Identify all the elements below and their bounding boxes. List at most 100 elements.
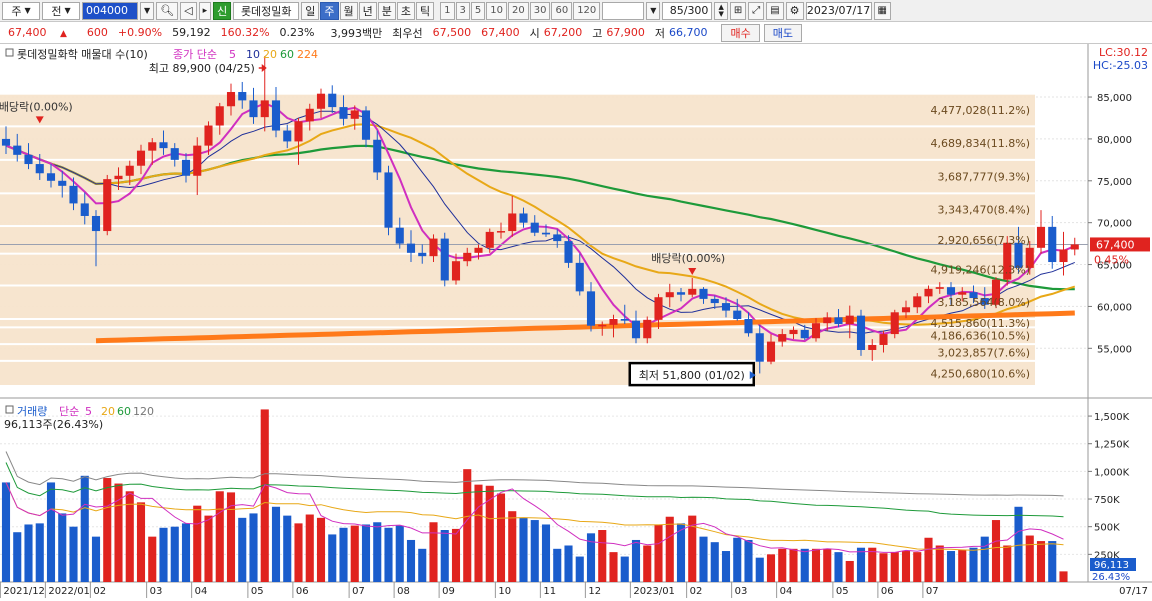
x-tick-label: 12 (588, 586, 601, 597)
price-legend-item: 5 (229, 48, 236, 61)
volume-bar (91, 536, 101, 582)
candle-body (688, 288, 697, 295)
candle-body (204, 125, 213, 146)
chart-svg[interactable]: 55,00060,00065,00070,00075,00080,00085,0… (0, 44, 1152, 601)
x-tick-label: 04 (780, 586, 793, 597)
volume-legend-item: 거래량 (17, 405, 47, 418)
candle-body (260, 100, 269, 118)
interval-button-120[interactable]: 120 (573, 1, 601, 20)
volume-bar (980, 536, 989, 582)
candle-body (159, 142, 168, 149)
candle-body (384, 172, 393, 228)
volume-bar (58, 513, 67, 582)
candle-body (868, 344, 877, 350)
calendar-button[interactable]: ▦ (873, 1, 891, 20)
candle-body (598, 324, 607, 327)
prev-next-button[interactable]: ▸ (198, 1, 212, 20)
settings-button[interactable]: ⚙ (785, 1, 804, 20)
code-dropdown-button[interactable]: ▼ (140, 1, 155, 20)
volume-legend-item: 20 (101, 405, 115, 418)
period-tab-5[interactable]: 초 (396, 1, 415, 20)
period-tab-2[interactable]: 월 (339, 1, 358, 20)
volume-bar (733, 537, 742, 582)
candle-body (193, 145, 202, 176)
sell-button[interactable]: 매도 (763, 23, 802, 42)
scale-button[interactable]: ⤢ (748, 1, 765, 20)
chart-tool-button[interactable]: ⊞ (729, 1, 747, 20)
x-tick-label: 10 (498, 586, 511, 597)
volume-bar (215, 491, 224, 582)
volume-bar (699, 536, 708, 582)
interval-button-10[interactable]: 10 (486, 1, 507, 20)
period-tab-0[interactable]: 일 (301, 1, 320, 20)
count-field[interactable]: 85/300 (662, 1, 713, 20)
volume-bar (643, 545, 652, 582)
candle-body (429, 238, 438, 257)
market-type-select[interactable]: 주 ▼ (2, 1, 40, 20)
interval-input[interactable] (602, 1, 645, 20)
x-tick-label: 05 (251, 586, 264, 597)
candle-body (226, 92, 236, 107)
stock-code-input[interactable]: 004000 (82, 1, 138, 20)
candle-body (361, 110, 371, 140)
dividend-annotation: 배당락(0.00%) (0, 100, 73, 113)
quote-bar: 67,400 ▲ 600 +0.90% 59,192 160.32% 0.23%… (0, 22, 1152, 44)
candle-body (463, 252, 472, 262)
period-tab-4[interactable]: 분 (377, 1, 396, 20)
volume-bar (406, 539, 416, 582)
volume-bar (519, 517, 528, 582)
buy-button[interactable]: 매수 (721, 23, 760, 42)
volume-bar (530, 520, 539, 582)
candle-body (1036, 226, 1046, 248)
volume-bar (316, 517, 326, 582)
spin-button[interactable]: ▲ ▼ (714, 1, 728, 20)
volume-bar (564, 545, 573, 582)
candle-body (665, 292, 674, 298)
current-price: 67,400 ▲ (8, 26, 67, 39)
x-tick-label: 09 (442, 586, 455, 597)
low-label: 저 (654, 26, 665, 40)
lc-label: LC:30.12 (1099, 46, 1148, 59)
candle-body (609, 318, 618, 325)
candle-body (373, 139, 382, 173)
period-tab-1[interactable]: 주 (320, 1, 339, 20)
price-tick-label: 85,000 (1097, 93, 1132, 104)
x-tick-label: 06 (881, 586, 894, 597)
candle-body (575, 262, 584, 292)
volume-bar (271, 506, 281, 582)
volume-tick-label: 500K (1094, 523, 1120, 534)
interval-button-1[interactable]: 1 (440, 1, 455, 20)
volume-profile-label: 4,250,680(10.6%) (930, 367, 1030, 380)
volume-bar (249, 513, 258, 582)
price-tick-label: 70,000 (1097, 219, 1132, 230)
search-button[interactable]: 🔍︎ (156, 1, 179, 20)
interval-button-5[interactable]: 5 (470, 1, 486, 20)
candle-body (136, 150, 146, 166)
date-field[interactable]: 2023/07/17 (805, 1, 872, 20)
volume-profile-label: 3,343,470(8.4%) (937, 204, 1030, 217)
volume-bar (991, 520, 1001, 582)
period-tab-3[interactable]: 년 (358, 1, 377, 20)
candle-body (530, 222, 539, 233)
up-triangle-icon: ▲ (60, 29, 67, 39)
candle-body (924, 288, 933, 297)
volume-bar (1025, 535, 1034, 582)
print-button[interactable]: ▤ (766, 1, 784, 20)
volume-bar (868, 547, 877, 582)
sound-button[interactable]: ◁ (180, 1, 197, 20)
interval-button-3[interactable]: 3 (455, 1, 470, 20)
interval-spin-button[interactable]: ▼ (646, 1, 661, 20)
x-tick-label: 07 (352, 586, 365, 597)
candle-body (305, 108, 314, 122)
market-select[interactable]: 전 ▼ (42, 1, 80, 20)
volume-legend-item: 120 (133, 405, 154, 418)
period-tab-6[interactable]: 틱 (416, 1, 435, 20)
candle-body (114, 175, 123, 180)
candle-body (35, 164, 44, 174)
candle-body (699, 288, 708, 299)
interval-button-30[interactable]: 30 (529, 1, 551, 20)
interval-button-20[interactable]: 20 (507, 1, 529, 20)
interval-button-60[interactable]: 60 (551, 1, 573, 20)
interval-buttons: 1 3 5 10 20 30 60 120 (440, 1, 601, 20)
volume-tick-label: 1,500K (1094, 412, 1130, 423)
